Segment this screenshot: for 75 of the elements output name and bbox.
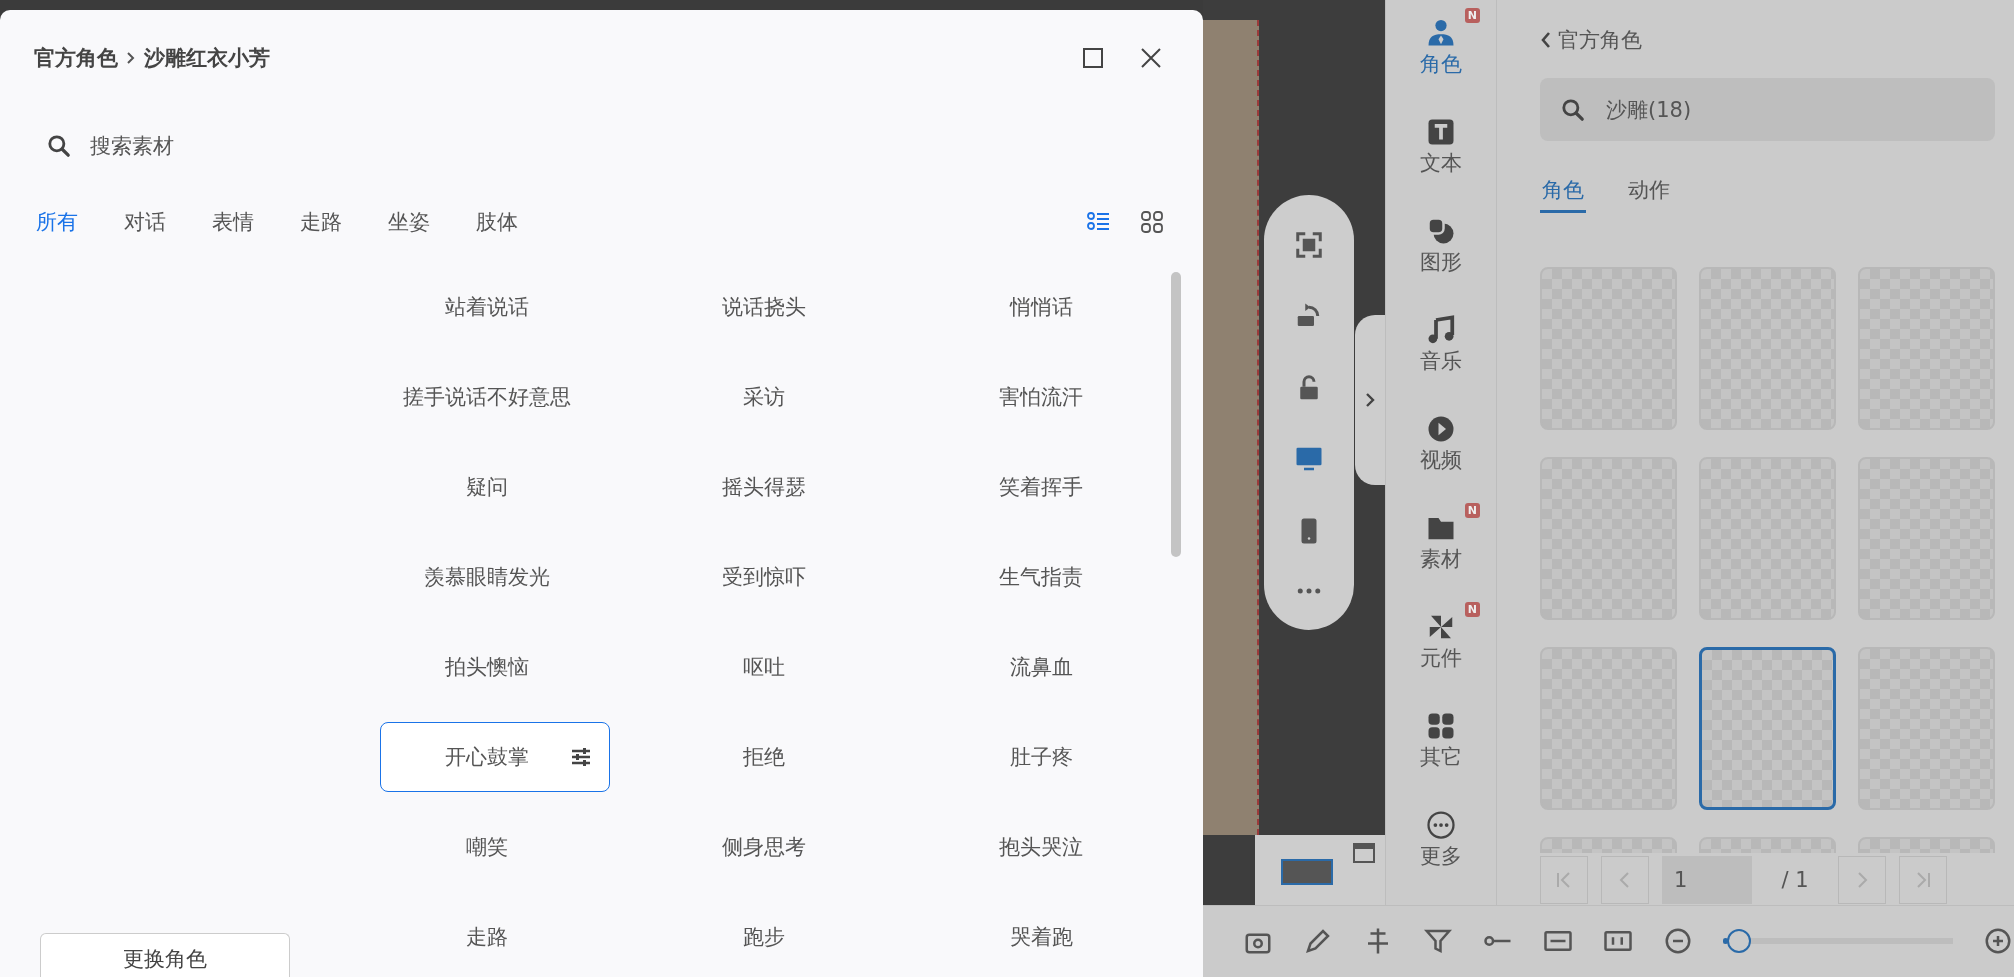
zoom-out-button[interactable] [1663, 926, 1693, 956]
new-badge: N [1464, 8, 1480, 23]
zoom-out-icon [1663, 926, 1693, 956]
sidebar-item[interactable]: 元件 N [1386, 602, 1496, 701]
sidebar-item[interactable]: 素材 N [1386, 503, 1496, 602]
sidebar-item[interactable]: 角色 N [1386, 8, 1496, 107]
sliders-icon[interactable] [571, 747, 591, 767]
category-tab[interactable]: 对话 [124, 202, 166, 242]
zoom-in-icon [1983, 926, 2013, 956]
sidebar-item[interactable]: 更多 [1386, 800, 1496, 899]
sidebar-item[interactable]: 其它 [1386, 701, 1496, 800]
category-tab[interactable]: 所有 [36, 202, 78, 242]
video-icon [1426, 414, 1456, 444]
change-character-button[interactable]: 更换角色 [40, 933, 290, 977]
person-icon [1426, 18, 1456, 48]
slider-thumb[interactable] [1727, 929, 1752, 953]
chevron-left-icon [1540, 30, 1552, 50]
close-icon [1139, 46, 1163, 70]
page-field[interactable]: 1 [1662, 856, 1752, 905]
search-field[interactable]: 沙雕(18) [1540, 78, 1995, 142]
scrollbar[interactable] [1171, 272, 1181, 557]
action-item[interactable]: 站着说话 [380, 272, 610, 342]
breadcrumb-current: 沙雕红衣小芳 [144, 45, 270, 72]
action-item[interactable]: 哭着跑 [934, 902, 1164, 972]
action-item[interactable]: 害怕流汗 [934, 362, 1164, 432]
action-item[interactable]: 摇头得瑟 [657, 452, 887, 522]
action-item[interactable]: 受到惊吓 [657, 542, 887, 612]
shape-icon [1426, 216, 1456, 246]
action-item[interactable]: 采访 [657, 362, 887, 432]
sidebar-item[interactable]: 视频 [1386, 404, 1496, 503]
square-icon [1081, 46, 1105, 70]
search-icon [46, 133, 72, 159]
category-tab[interactable]: 走路 [300, 202, 342, 242]
search-field[interactable]: 搜索素材 [88, 133, 352, 159]
new-badge: N [1464, 503, 1480, 518]
panel-tab[interactable]: 角色 [1540, 169, 1586, 214]
action-item[interactable]: 抱头哭泣 [934, 812, 1164, 882]
breadcrumb-link[interactable]: 官方角色 [34, 44, 118, 72]
text-icon [1426, 117, 1456, 147]
action-item[interactable]: 悄悄话 [934, 272, 1164, 342]
action-item[interactable]: 说话挠头 [657, 272, 887, 342]
expand-button[interactable] [1355, 315, 1385, 485]
action-item[interactable]: 疑问 [380, 452, 610, 522]
back-link[interactable]: 官方角色 [1540, 26, 1642, 54]
action-item[interactable]: 跑步 [657, 902, 887, 972]
apps-icon [1426, 711, 1456, 741]
action-item[interactable]: 笑着挥手 [934, 452, 1164, 522]
panel-tab[interactable]: 动作 [1626, 169, 1672, 214]
sidebar-item[interactable]: 文本 [1386, 107, 1496, 206]
window-icon[interactable] [1353, 843, 1375, 863]
zoom-in-button[interactable] [1983, 926, 2013, 956]
action-item[interactable]: 嘲笑 [380, 812, 610, 882]
action-item[interactable]: 拒绝 [657, 722, 887, 792]
category-tab[interactable]: 肢体 [476, 202, 518, 242]
fit-screen-button[interactable] [1294, 229, 1324, 260]
action-item[interactable]: 走路 [380, 902, 610, 972]
music-icon [1426, 315, 1456, 345]
action-item[interactable]: 呕吐 [657, 632, 887, 702]
category-tab[interactable]: 表情 [212, 202, 254, 242]
sidebar-item[interactable]: 音乐 [1386, 305, 1496, 404]
action-item[interactable]: 流鼻血 [934, 632, 1164, 702]
action-item[interactable]: 拍头懊恼 [380, 632, 610, 702]
action-item[interactable]: 羡慕眼睛发光 [380, 542, 610, 612]
character-thumbnail[interactable] [1699, 646, 1836, 810]
more-icon [1426, 810, 1456, 840]
page-total: / 1 [1780, 868, 1810, 893]
action-item[interactable]: 开心鼓掌 [380, 722, 610, 792]
sidebar-item[interactable]: 图形 [1386, 206, 1496, 305]
new-badge: N [1464, 602, 1480, 617]
category-tab[interactable]: 坐姿 [388, 202, 430, 242]
action-item[interactable]: 生气指责 [934, 542, 1164, 612]
fit-screen-icon [1294, 229, 1324, 260]
action-item[interactable]: 肚子疼 [934, 722, 1164, 792]
action-item[interactable]: 侧身思考 [657, 812, 887, 882]
action-item[interactable]: 搓手说话不好意思 [380, 362, 610, 432]
